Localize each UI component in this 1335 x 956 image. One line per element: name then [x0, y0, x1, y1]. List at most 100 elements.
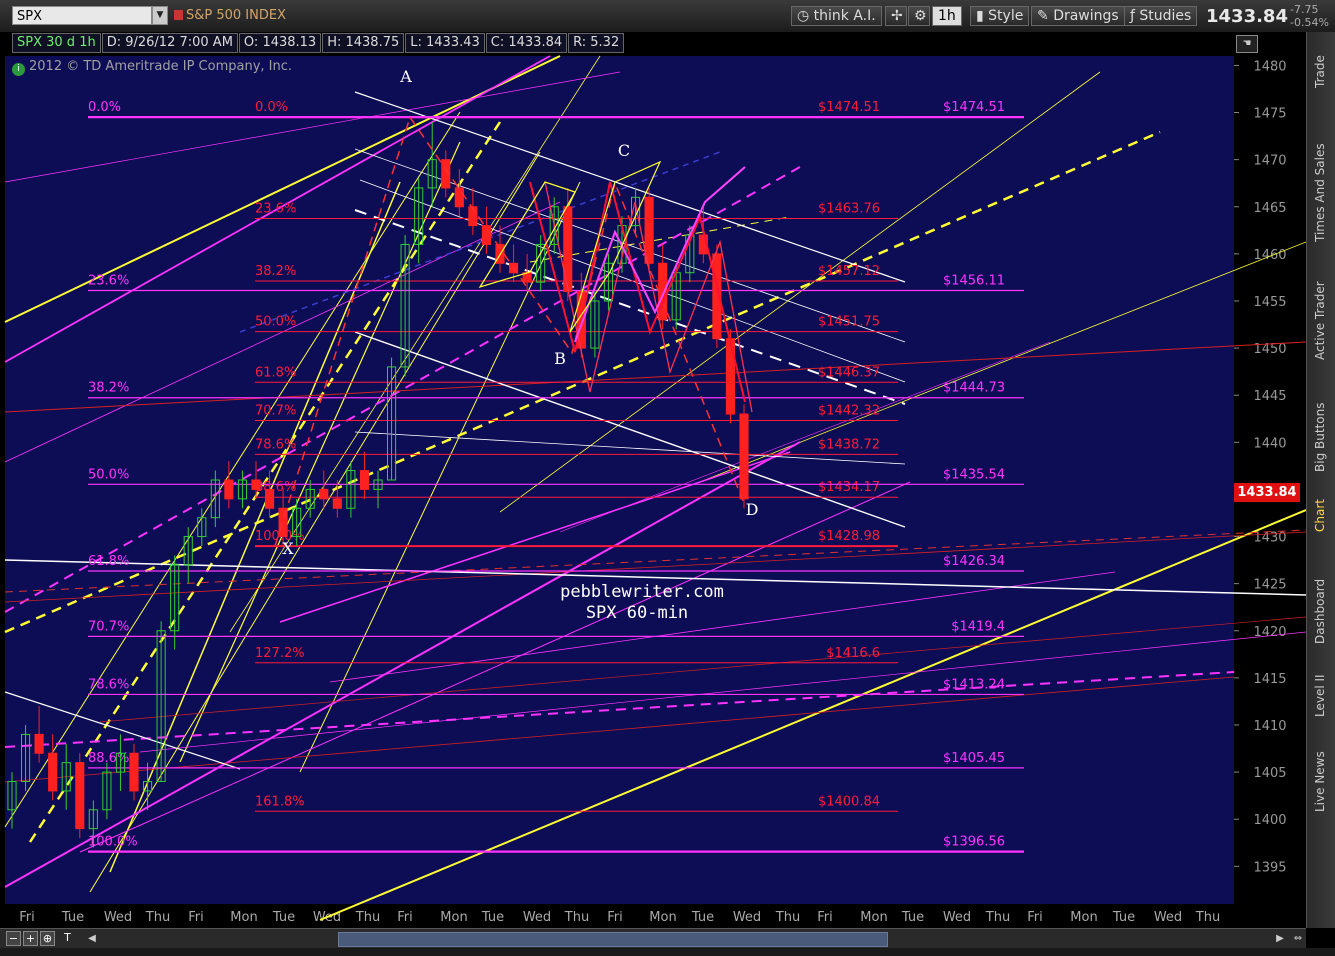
x-tick-label: Tue: [61, 910, 84, 925]
fib-price-label-magenta: $1396.56: [943, 835, 1005, 850]
x-tick-label: Thu: [355, 910, 380, 925]
watermark-line-2: SPX 60-min: [586, 603, 688, 623]
candle-body: [481, 225, 492, 245]
x-tick-label: Mon: [230, 910, 257, 925]
candle-body: [75, 762, 85, 830]
x-tick-label: Fri: [19, 910, 35, 925]
y-tick-label: 1415: [1253, 672, 1286, 687]
info-bar: SPX 30 d 1h D: 9/26/12 7:00 AM O: 1438.1…: [12, 33, 625, 53]
info-symbol: SPX 30 d 1h: [12, 33, 101, 53]
info-low: L: 1433.43: [405, 33, 485, 53]
fib-pct-label-magenta: 38.2%: [88, 381, 129, 396]
symbol-name: S&P 500 INDEX: [186, 8, 286, 23]
fib-price-label-red: $1474.51: [818, 100, 880, 115]
fib-price-label-red: $1457.12: [818, 264, 880, 279]
x-tick-label: Wed: [104, 910, 132, 925]
expand-icon[interactable]: ⇔: [1290, 931, 1306, 947]
fib-pct-label-magenta: 78.6%: [88, 677, 129, 692]
x-tick-label: Mon: [1070, 910, 1097, 925]
fib-pct-label-red: 0.0%: [255, 100, 288, 115]
top-toolbar: SPX ▼ S&P 500 INDEX ◷ think A.I. ✢ ⚙ 1h …: [0, 0, 1335, 33]
think-ai-button[interactable]: ◷ think A.I.: [791, 6, 882, 26]
drawings-button[interactable]: ✎ Drawings: [1031, 6, 1125, 26]
fib-pct-label-red: 127.2%: [255, 646, 305, 661]
y-tick-label: 1470: [1253, 154, 1286, 169]
y-tick-label: 1395: [1253, 860, 1286, 875]
x-tick-label: Tue: [691, 910, 714, 925]
x-tick-label: Fri: [397, 910, 413, 925]
fib-price-label-red: $1446.37: [818, 365, 880, 380]
fib-price-label-magenta: $1426.34: [943, 554, 1005, 569]
fib-price-label-magenta: $1419.4: [951, 619, 1005, 634]
pattern-point-c: C: [618, 141, 630, 160]
x-tick-label: Thu: [145, 910, 170, 925]
fib-pct-label-red: 88.6%: [255, 480, 296, 495]
candle-body: [644, 196, 654, 264]
fib-price-label-red: $1428.98: [818, 529, 880, 544]
fib-price-label-red: $1451.75: [818, 315, 880, 330]
text-tool-icon[interactable]: T: [60, 931, 75, 946]
fib-pct-label-magenta: 70.7%: [88, 619, 129, 634]
think-ai-label: think A.I.: [813, 8, 876, 24]
scroll-right-icon[interactable]: ▶: [1272, 931, 1288, 947]
fib-price-label-red: $1438.72: [818, 437, 880, 452]
copyright-text: 2012 © TD Ameritrade IP Company, Inc.: [29, 59, 293, 74]
crosshair-icon[interactable]: ✢: [885, 6, 907, 26]
candle-body: [48, 752, 58, 792]
copyright: i 2012 © TD Ameritrade IP Company, Inc.: [12, 59, 292, 76]
info-range: R: 5.32: [568, 33, 625, 53]
y-tick-label: 1440: [1253, 436, 1286, 451]
y-tick-label: 1410: [1253, 719, 1286, 734]
y-tick-label: 1405: [1253, 766, 1286, 781]
x-tick-label: Thu: [985, 910, 1010, 925]
info-icon: i: [12, 63, 25, 76]
x-tick-label: Tue: [272, 910, 295, 925]
right-tab-panel: Trade Times And Sales Active Trader Big …: [1306, 32, 1335, 928]
candle-body: [359, 470, 370, 490]
y-tick-label: 1465: [1253, 201, 1286, 216]
time-scrollbar[interactable]: − + ⊕ T ◀ ▶ ⇔: [0, 928, 1306, 949]
pattern-point-x: X: [282, 539, 294, 558]
x-tick-label: Thu: [775, 910, 800, 925]
cursor-mode-icon[interactable]: ☚: [1236, 35, 1258, 53]
pattern-point-b: B: [554, 349, 566, 368]
info-close: C: 1433.84: [485, 33, 568, 53]
fib-pct-label-magenta: 50.0%: [88, 467, 129, 482]
zoom-out-icon[interactable]: −: [6, 931, 21, 946]
fib-price-label-magenta: $1413.24: [943, 677, 1005, 692]
wrench-icon[interactable]: ⚙: [908, 6, 930, 26]
zoom-fit-icon[interactable]: ⊕: [40, 931, 55, 946]
fib-pct-label-red: 23.6%: [255, 201, 296, 216]
style-label: Style: [988, 8, 1024, 24]
fib-price-label-magenta: $1456.11: [943, 274, 1005, 289]
price-chart[interactable]: 1395140014051410141514201425143014351440…: [0, 32, 1306, 928]
style-button[interactable]: ▮ Style: [970, 6, 1030, 26]
candle-body: [129, 752, 139, 792]
y-tick-label: 1445: [1253, 389, 1286, 404]
scroll-thumb[interactable]: [338, 932, 888, 947]
studies-button[interactable]: ƒ Studies: [1124, 6, 1198, 26]
price-change: -7.75: [1290, 3, 1319, 16]
x-tick-label: Thu: [564, 910, 589, 925]
fib-price-label-red: $1434.17: [818, 480, 880, 495]
candle-body: [454, 187, 464, 208]
timeframe-button[interactable]: 1h: [932, 6, 962, 26]
pattern-point-a: A: [399, 67, 412, 86]
zoom-in-icon[interactable]: +: [23, 931, 38, 946]
x-tick-label: Fri: [188, 910, 204, 925]
fib-price-label-magenta: $1405.45: [943, 751, 1005, 766]
fib-price-label-red: $1416.6: [826, 646, 880, 661]
fib-pct-label-red: 161.8%: [255, 794, 305, 809]
fib-price-label-magenta: $1435.54: [943, 467, 1005, 482]
info-high: H: 1438.75: [322, 33, 405, 53]
x-tick-label: Fri: [607, 910, 623, 925]
symbol-input[interactable]: SPX: [12, 6, 152, 25]
candle-body: [34, 733, 44, 754]
fib-pct-label-red: 61.8%: [255, 365, 296, 380]
x-tick-label: Fri: [1027, 910, 1043, 925]
y-tick-label: 1475: [1253, 107, 1286, 122]
y-tick-label: 1455: [1253, 295, 1286, 310]
symbol-dropdown-icon[interactable]: ▼: [152, 6, 168, 25]
scroll-left-icon[interactable]: ◀: [84, 931, 100, 947]
x-tick-label: Tue: [481, 910, 504, 925]
